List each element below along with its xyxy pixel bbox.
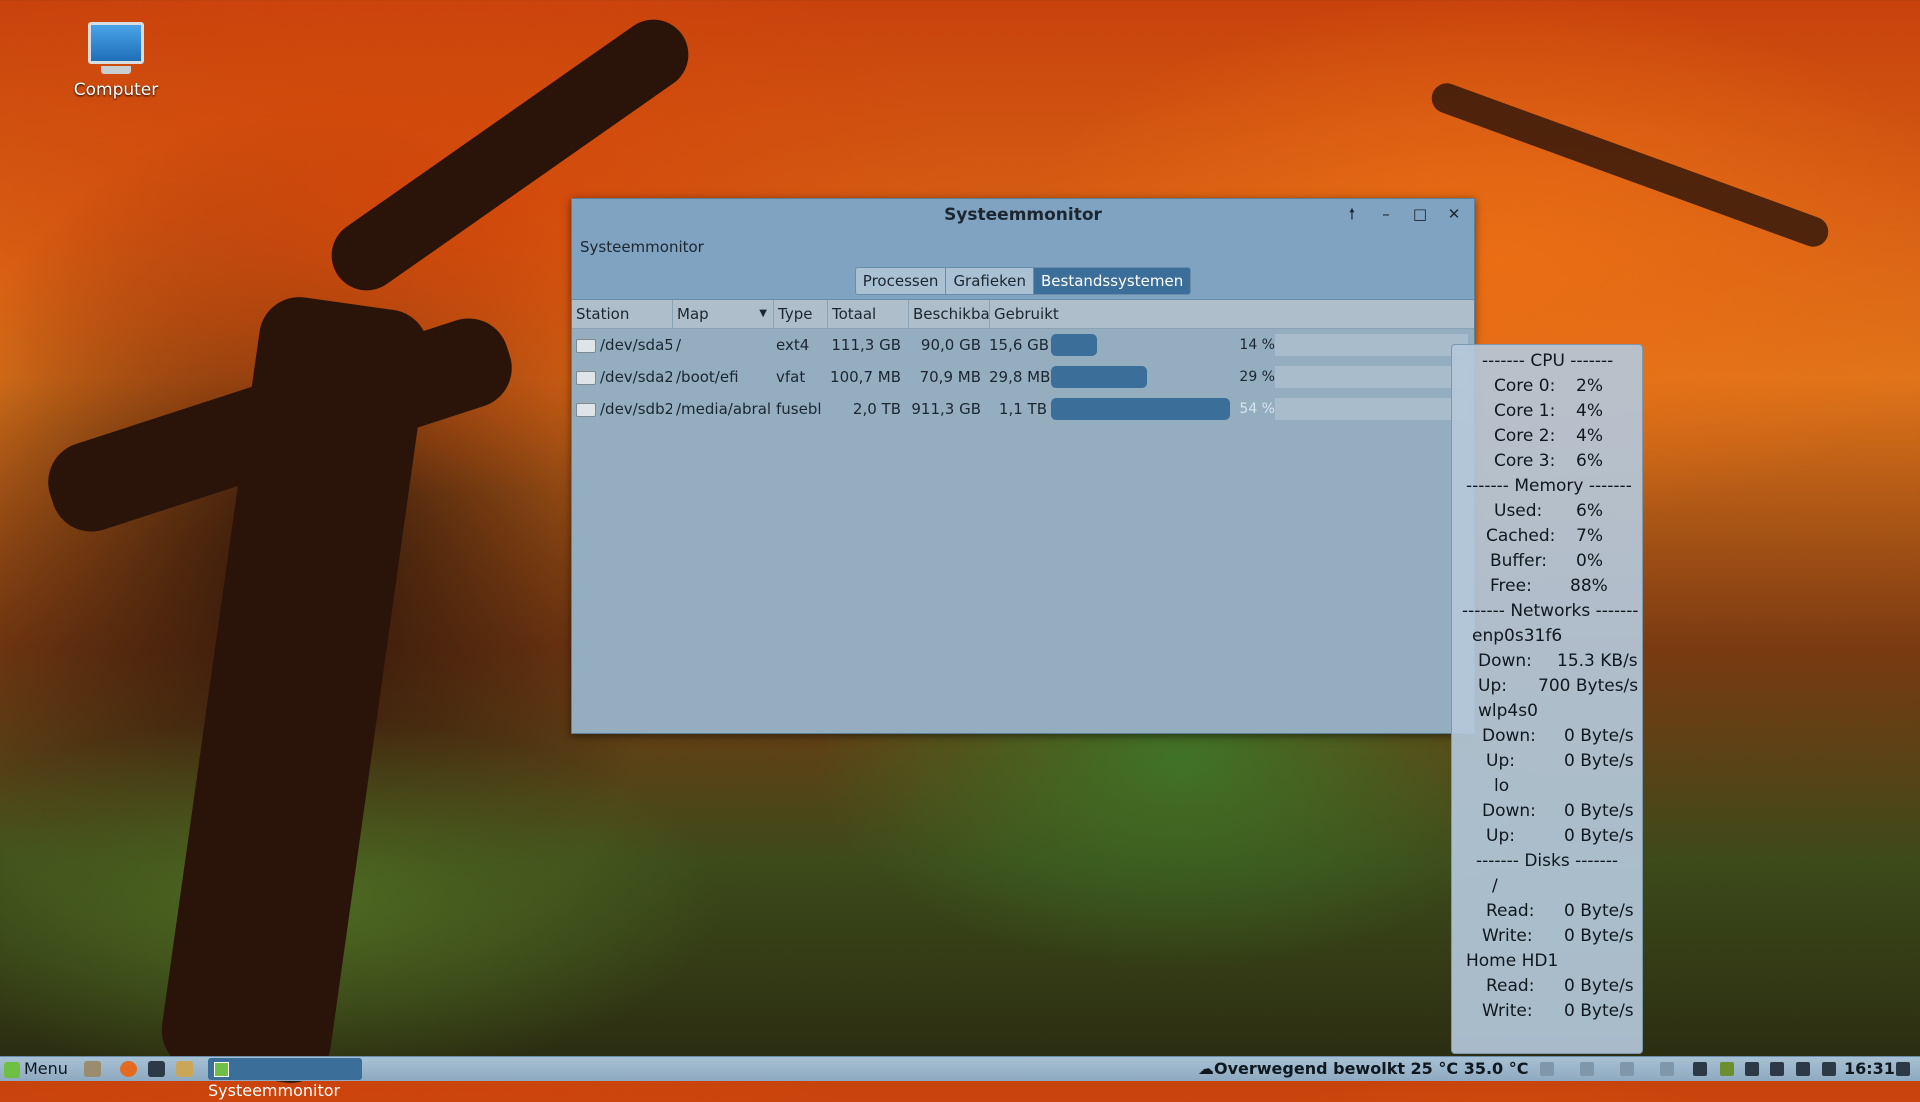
sort-down-icon: ▼ xyxy=(759,308,767,319)
drive-icon xyxy=(576,338,596,353)
drive-icon xyxy=(576,370,596,385)
desktop-icon-label: Computer xyxy=(73,80,159,100)
computer-icon-stand xyxy=(101,66,131,74)
column-gebruikt[interactable]: Gebruikt xyxy=(990,300,1474,328)
keyboard-icon[interactable] xyxy=(1745,1062,1759,1076)
user-icon[interactable] xyxy=(1770,1062,1784,1076)
taskbar-item-systeemmonitor[interactable]: Systeemmonitor xyxy=(208,1058,362,1100)
table-row[interactable]: /dev/sda5 / ext4 111,3 GB 90,0 GB 15,6 G… xyxy=(572,329,1474,361)
keep-above-button[interactable]: 🠕 xyxy=(1342,203,1362,225)
weather-applet[interactable]: ☁Overwegend bewolkt 25 °C 35.0 °C xyxy=(1198,1057,1528,1081)
window-title: Systeemmonitor xyxy=(944,205,1102,225)
screenshot-icon[interactable] xyxy=(1693,1062,1707,1076)
maximize-button[interactable]: □ xyxy=(1410,203,1430,225)
network-icon[interactable] xyxy=(1796,1062,1810,1076)
tab-bestandssystemen[interactable]: Bestandssystemen xyxy=(1033,268,1191,294)
minimize-button[interactable]: – xyxy=(1376,203,1396,225)
disk-graph-icon xyxy=(1660,1062,1674,1076)
terminal-icon[interactable] xyxy=(148,1061,165,1077)
shield-icon[interactable] xyxy=(1720,1062,1734,1076)
column-station[interactable]: Station xyxy=(572,300,673,328)
mem-graph-icon xyxy=(1580,1062,1594,1076)
drive-icon xyxy=(576,402,596,417)
close-button[interactable]: ✕ xyxy=(1444,203,1464,225)
app-menu[interactable]: Systeemmonitor xyxy=(580,238,704,256)
table-header: Station Map ▼ Type Totaal Beschikba Gebru… xyxy=(572,300,1474,329)
cpu-header: ------- CPU ------- xyxy=(1482,351,1614,371)
clock[interactable]: 16:31 xyxy=(1844,1057,1895,1081)
start-menu-button[interactable]: Menu xyxy=(4,1057,68,1081)
desktop-icon-computer[interactable]: Computer xyxy=(66,22,166,100)
column-beschikbaar[interactable]: Beschikba xyxy=(909,300,990,328)
networks-header: ------- Networks ------- xyxy=(1462,601,1639,621)
menu-bar: Systeemmonitor xyxy=(572,231,1474,263)
taskbar: Menu Systeemmonitor ☁Overwegend bewolkt … xyxy=(0,1056,1920,1100)
usage-bar: 29 % xyxy=(1051,366,1275,388)
computer-icon xyxy=(88,22,144,64)
table-row[interactable]: /dev/sdb2 /media/abral fusebl 2,0 TB 911… xyxy=(572,393,1474,425)
battery-icon[interactable] xyxy=(1822,1062,1836,1076)
firefox-icon[interactable] xyxy=(120,1061,137,1077)
tab-processen[interactable]: Processen xyxy=(855,268,947,294)
cpu-graph-icon xyxy=(1540,1062,1554,1076)
system-monitor-icon xyxy=(214,1062,229,1077)
column-totaal[interactable]: Totaal xyxy=(828,300,909,328)
tab-grafieken[interactable]: Grafieken xyxy=(946,268,1034,294)
volume-icon[interactable] xyxy=(1896,1062,1910,1076)
wallpaper-branch xyxy=(1427,79,1833,251)
system-monitor-window: Systeemmonitor 🠕 – □ ✕ Systeemmonitor Pr… xyxy=(571,198,1475,734)
usage-bar: 14 % xyxy=(1051,334,1275,356)
column-map[interactable]: Map ▼ xyxy=(673,300,774,328)
files-icon[interactable] xyxy=(176,1061,193,1077)
show-desktop-icon[interactable] xyxy=(84,1061,101,1077)
filesystem-list: /dev/sda5 / ext4 111,3 GB 90,0 GB 15,6 G… xyxy=(572,329,1474,425)
column-type[interactable]: Type xyxy=(774,300,828,328)
disks-header: ------- Disks ------- xyxy=(1476,851,1619,871)
conky-panel: ------- CPU ------- Core 0: 2% Core 1: 4… xyxy=(1451,344,1643,1054)
mint-menu-icon xyxy=(4,1061,20,1078)
net-graph-icon xyxy=(1620,1062,1634,1076)
table-row[interactable]: /dev/sda2 /boot/efi vfat 100,7 MB 70,9 M… xyxy=(572,361,1474,393)
title-bar[interactable]: Systeemmonitor 🠕 – □ ✕ xyxy=(572,199,1474,231)
usage-bar: 54 % xyxy=(1051,398,1275,420)
memory-header: ------- Memory ------- xyxy=(1466,476,1632,496)
tab-bar: Processen Grafieken Bestandssystemen xyxy=(572,263,1474,300)
